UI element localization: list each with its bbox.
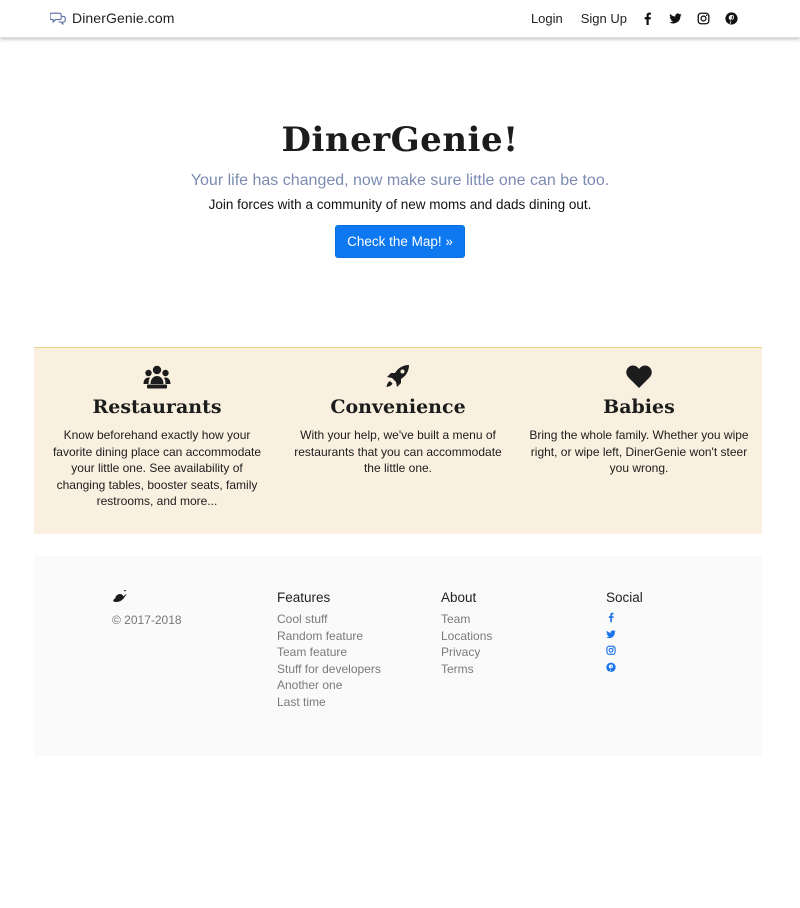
feature-title: Restaurants	[92, 396, 222, 418]
facebook-icon[interactable]	[641, 12, 654, 25]
feature-restaurants: Restaurants Know beforehand exactly how …	[39, 364, 275, 510]
rocket-icon	[386, 365, 409, 387]
pinterest-icon[interactable]	[725, 12, 738, 25]
nav-social-icons	[641, 12, 738, 25]
feature-title: Babies	[603, 396, 675, 418]
brand-link[interactable]: DinerGenie.com	[50, 10, 175, 26]
check-map-button[interactable]: Check the Map! »	[335, 225, 465, 258]
footer: © 2017-2018 Features Cool stuff Random f…	[34, 556, 762, 756]
facebook-icon[interactable]	[606, 611, 616, 624]
footer-link[interactable]: Last time	[277, 694, 381, 711]
twitter-icon[interactable]	[606, 628, 616, 641]
instagram-icon[interactable]	[606, 644, 616, 657]
hero-subtitle: Your life has changed, now make sure lit…	[190, 172, 610, 189]
footer-copyright: © 2017-2018	[112, 613, 182, 627]
chat-bubbles-icon	[50, 12, 66, 25]
footer-link[interactable]: Random feature	[277, 628, 381, 645]
users-icon	[143, 365, 171, 389]
feature-convenience: Convenience With your help, we've built …	[280, 364, 516, 477]
footer-link[interactable]: Team feature	[277, 644, 381, 661]
footer-heading: Social	[606, 590, 643, 605]
navbar: DinerGenie.com Login Sign Up	[0, 0, 800, 38]
feature-text: Know beforehand exactly how your favorit…	[52, 428, 262, 508]
heart-icon	[626, 365, 652, 388]
login-link[interactable]: Login	[531, 11, 563, 26]
signup-link[interactable]: Sign Up	[581, 11, 627, 26]
feature-title: Convenience	[330, 396, 466, 418]
footer-link[interactable]: Cool stuff	[277, 611, 381, 628]
pinterest-icon[interactable]	[606, 661, 616, 674]
brand-name: DinerGenie.com	[72, 10, 175, 26]
footer-col-features: Features Cool stuff Random feature Team …	[277, 590, 381, 711]
features-section: Restaurants Know beforehand exactly how …	[34, 347, 762, 534]
hero-title: DinerGenie!	[281, 120, 519, 160]
hero-lead: Join forces with a community of new moms…	[208, 197, 592, 212]
hero: DinerGenie! Your life has changed, now m…	[0, 120, 800, 258]
footer-col-about: About Team Locations Privacy Terms	[441, 590, 492, 677]
feature-babies: Babies Bring the whole family. Whether y…	[521, 364, 757, 477]
nav-right: Login Sign Up	[513, 11, 738, 26]
footer-link[interactable]: Privacy	[441, 644, 492, 661]
footer-col-social: Social	[606, 590, 643, 673]
footer-link[interactable]: Another one	[277, 677, 381, 694]
feature-text: With your help, we've built a menu of re…	[294, 428, 502, 475]
footer-social-icons	[606, 611, 643, 673]
footer-link[interactable]: Terms	[441, 661, 492, 678]
footer-logo	[112, 589, 128, 609]
footer-link[interactable]: Team	[441, 611, 492, 628]
footer-heading: About	[441, 590, 477, 605]
footer-link[interactable]: Stuff for developers	[277, 661, 381, 678]
footer-link[interactable]: Locations	[441, 628, 492, 645]
instagram-icon[interactable]	[697, 12, 710, 25]
feature-text: Bring the whole family. Whether you wipe…	[529, 428, 749, 475]
footer-heading: Features	[277, 590, 331, 605]
genie-lamp-icon	[113, 589, 127, 603]
twitter-icon[interactable]	[669, 12, 682, 25]
